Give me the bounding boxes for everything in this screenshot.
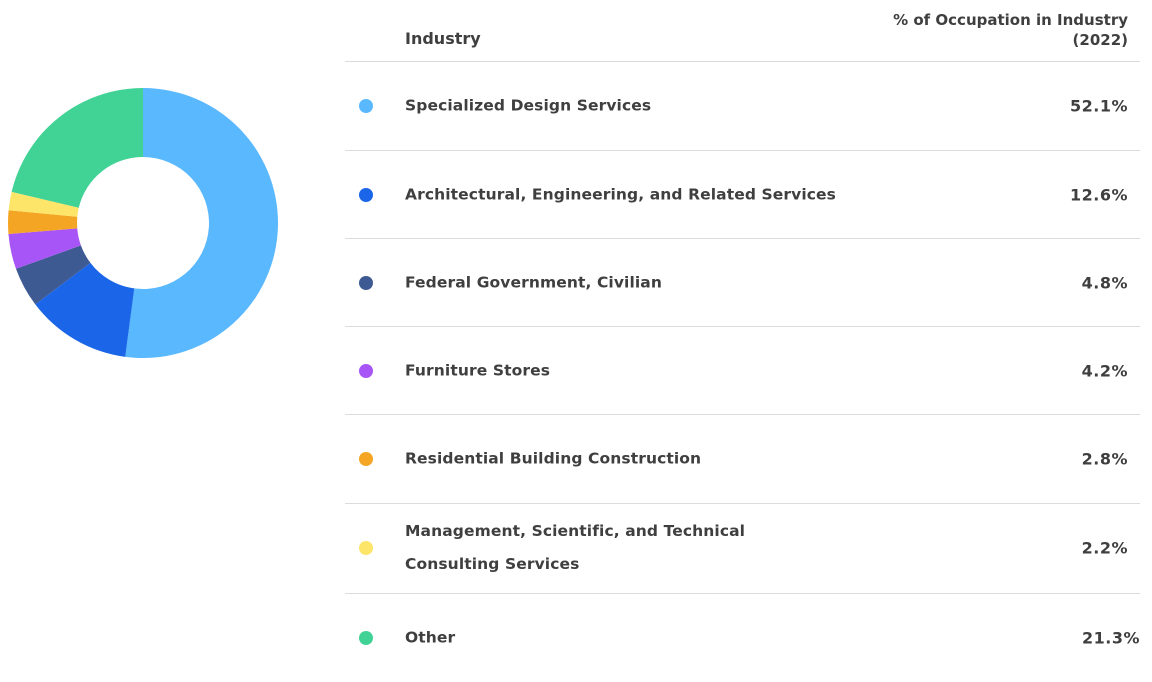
- donut-chart: [7, 88, 279, 358]
- industry-label: Management, Scientific, and Technical Co…: [405, 522, 746, 573]
- industry-label: Architectural, Engineering, and Related …: [405, 185, 836, 204]
- industry-label: Furniture Stores: [405, 361, 551, 380]
- legend-dot: [359, 364, 373, 378]
- table-row: Residential Building Construction 2.8%: [345, 415, 1140, 503]
- industry-label: Federal Government, Civilian: [405, 273, 662, 292]
- table-row: Architectural, Engineering, and Related …: [345, 151, 1140, 239]
- industry-percent: 52.1%: [1069, 96, 1128, 116]
- header-percent-line1: % of Occupation in Industry: [893, 11, 1128, 29]
- industry-percent: 21.3%: [1081, 628, 1140, 648]
- legend-dot: [359, 452, 373, 466]
- industry-percent: 4.8%: [1081, 273, 1128, 293]
- header-industry: Industry: [405, 29, 481, 48]
- industry-percent: 4.2%: [1081, 361, 1128, 381]
- legend-dot: [359, 188, 373, 202]
- industry-label: Other: [405, 628, 456, 647]
- legend-dot: [359, 99, 373, 113]
- table-row: Specialized Design Services 52.1%: [345, 62, 1140, 150]
- legend-dot: [359, 276, 373, 290]
- legend-dot: [359, 631, 373, 645]
- legend-dot: [359, 541, 373, 555]
- table-row: Federal Government, Civilian 4.8%: [345, 239, 1140, 327]
- industry-percent: 2.8%: [1081, 449, 1128, 469]
- table-row: Furniture Stores 4.2%: [345, 327, 1140, 415]
- donut-slice-1: [125, 88, 279, 358]
- industry-label: Residential Building Construction: [405, 449, 702, 468]
- industry-percent: 12.6%: [1069, 185, 1128, 205]
- header-percent-line2: (2022): [1072, 31, 1128, 49]
- industry-percent: 2.2%: [1081, 538, 1128, 558]
- table-row: Management, Scientific, and Technical Co…: [345, 504, 1140, 592]
- table-row: Other 21.3%: [345, 594, 1140, 682]
- donut-slice-7: [11, 88, 144, 208]
- industry-label: Specialized Design Services: [405, 96, 652, 115]
- header-percent-occupation: % of Occupation in Industry (2022): [808, 10, 1128, 50]
